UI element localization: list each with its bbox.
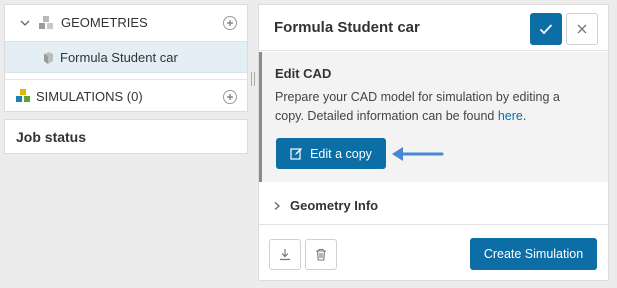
geometry-info-label: Geometry Info (290, 198, 379, 213)
edit-a-copy-button[interactable]: Edit a copy (276, 138, 386, 169)
panel-resize-handle[interactable] (251, 72, 255, 86)
chevron-down-icon[interactable] (19, 17, 31, 29)
tree-node-simulations[interactable]: SIMULATIONS (0) (5, 79, 247, 113)
add-geometry-button[interactable] (223, 16, 237, 30)
close-button[interactable] (566, 13, 598, 45)
download-icon (280, 249, 290, 261)
model-tree: GEOMETRIES Formula Student car SIMULATIO… (4, 4, 248, 112)
tree-label-formula-student-car: Formula Student car (60, 50, 178, 65)
trash-icon (316, 248, 326, 261)
edit-cad-description-end: . (522, 109, 527, 123)
edit-a-copy-label: Edit a copy (310, 146, 372, 161)
edit-icon (290, 148, 303, 160)
geometry-detail-panel: Formula Student car Edit CAD Prepare you… (258, 4, 609, 281)
edit-cad-section: Edit CAD Prepare your CAD model for simu… (259, 52, 608, 182)
tree-label-simulations: SIMULATIONS (0) (36, 89, 143, 104)
tree-label-geometries: GEOMETRIES (61, 15, 148, 30)
create-simulation-button[interactable]: Create Simulation (470, 238, 597, 270)
detail-header: Formula Student car (259, 5, 608, 51)
confirm-button[interactable] (530, 13, 562, 45)
tree-node-geometries[interactable]: GEOMETRIES (5, 5, 247, 41)
arrow-left-icon (392, 147, 444, 161)
tree-item-formula-student-car[interactable]: Formula Student car (5, 41, 247, 73)
geometry-info-expander[interactable]: Geometry Info (259, 187, 608, 225)
cube-icon (44, 52, 53, 64)
job-status-panel[interactable]: Job status (4, 119, 248, 154)
help-link[interactable]: here (498, 109, 523, 123)
delete-button[interactable] (305, 239, 337, 270)
plus-icon (227, 20, 233, 26)
edit-cad-description: Prepare your CAD model for simulation by… (275, 88, 585, 126)
add-simulation-button[interactable] (223, 90, 237, 104)
plus-icon (227, 94, 233, 100)
edit-cad-heading: Edit CAD (275, 66, 332, 81)
close-icon (577, 24, 587, 34)
job-status-title: Job status (16, 129, 87, 145)
detail-title: Formula Student car (274, 19, 420, 36)
download-button[interactable] (269, 239, 301, 270)
simulations-cubes-icon (16, 89, 30, 102)
cubes-icon (39, 16, 53, 29)
chevron-right-icon (274, 202, 280, 210)
check-icon (539, 24, 553, 35)
